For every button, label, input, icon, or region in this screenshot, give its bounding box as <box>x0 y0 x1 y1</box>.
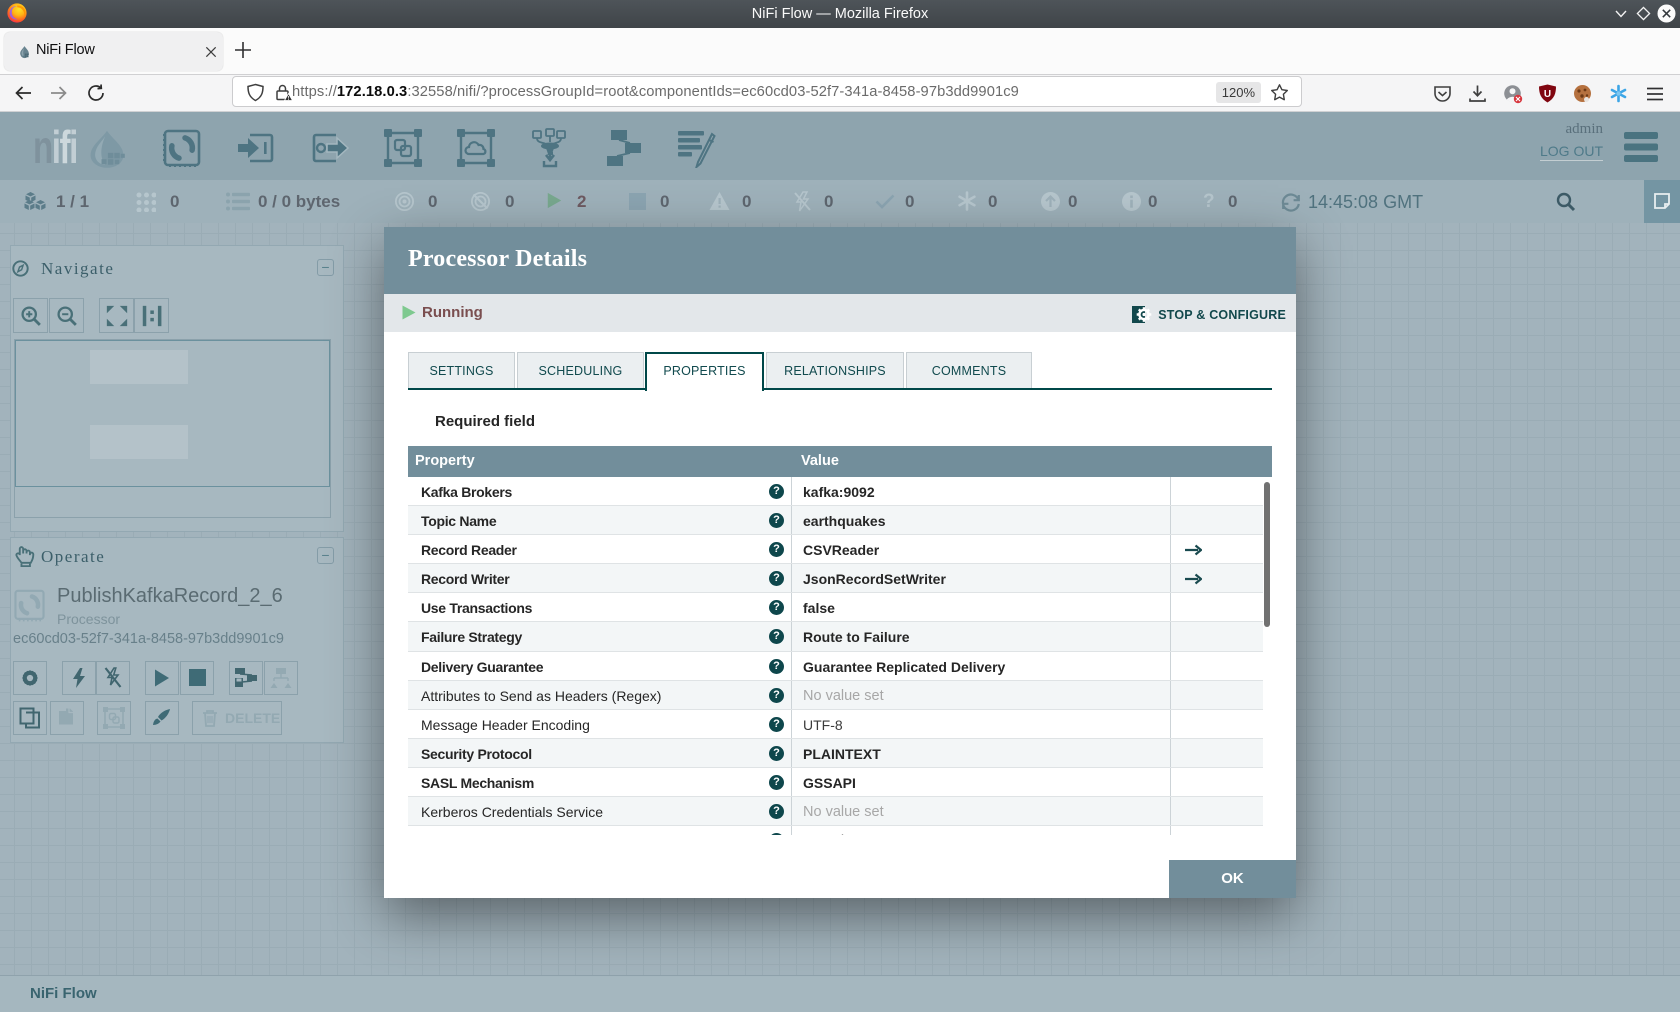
svg-text:U: U <box>1544 89 1551 100</box>
svg-text:!: ! <box>288 96 290 102</box>
